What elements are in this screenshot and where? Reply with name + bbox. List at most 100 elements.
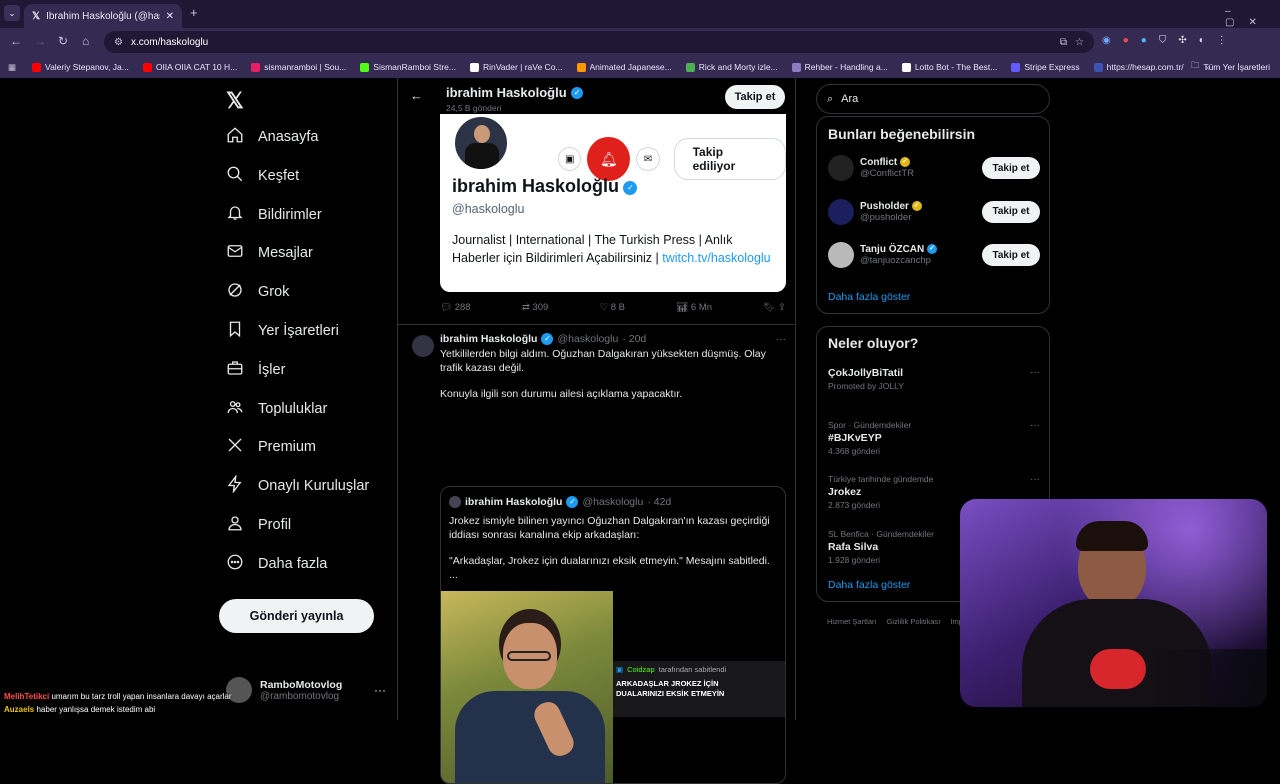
bookmark-item[interactable]: Stripe Express: [1011, 62, 1080, 72]
back-arrow-icon[interactable]: ←: [410, 88, 423, 103]
post-author[interactable]: ibrahim Haskoloğlu: [440, 333, 537, 345]
forward-icon[interactable]: →: [34, 34, 46, 48]
bookmark-item[interactable]: Rehber - Handling a...: [791, 62, 888, 72]
menu-dots-icon[interactable]: ⋮: [1217, 35, 1227, 46]
trend-menu-icon[interactable]: ···: [1030, 367, 1040, 378]
bookmark-item[interactable]: https://hesap.com.tr/: [1093, 62, 1184, 72]
follow-button[interactable]: Takip et: [982, 157, 1040, 179]
account-switcher[interactable]: RamboMotovlog @rambomotovlog ···: [226, 674, 386, 706]
tab-search-button[interactable]: ⌄: [4, 5, 20, 21]
back-icon[interactable]: ←: [10, 34, 22, 48]
post[interactable]: ibrahim Haskoloğlu ✓ @haskologlu · 20d ·…: [398, 325, 795, 784]
notification-bell-icon[interactable]: 🔔︎: [587, 137, 631, 181]
sidebar-item-anasayfa[interactable]: Anasayfa: [226, 126, 318, 148]
briefcase-icon: [226, 359, 244, 381]
home-icon[interactable]: ⌂: [82, 34, 89, 48]
trend-name: #BJKvEYP: [828, 431, 882, 444]
media-icon[interactable]: ▣: [558, 147, 582, 171]
suggestion-name: Pusholder: [860, 200, 909, 212]
extension-icon[interactable]: ●: [1141, 35, 1147, 46]
sidebar-item-premium[interactable]: Premium: [226, 436, 316, 458]
trend-menu-icon[interactable]: ···: [1030, 420, 1040, 431]
sidebar-item-label: Anasayfa: [258, 129, 319, 145]
profile-screenshot-card[interactable]: ▣ 🔔︎ ✉ Takip ediliyor ibrahim Haskoloğlu…: [440, 114, 786, 292]
shield-icon[interactable]: ⛉: [1159, 35, 1167, 46]
sidebar-item-daha-fazla[interactable]: Daha fazla: [226, 553, 327, 575]
sidebar-item-label: Bildirimler: [258, 206, 322, 223]
verified-badge-icon: ✓: [541, 333, 554, 345]
new-tab-button[interactable]: +: [190, 5, 198, 20]
suggestion-handle: @tanjuozcanchp: [860, 255, 931, 266]
footer-link[interactable]: Gizlilik Politikası: [887, 617, 941, 626]
reload-icon[interactable]: ↻: [58, 34, 68, 48]
bookmark-item[interactable]: SismanRamboi Stre...: [360, 62, 456, 72]
install-icon[interactable]: ⧉: [1060, 37, 1067, 48]
sidebar-item-i-ler[interactable]: İşler: [226, 359, 285, 381]
trend-item[interactable]: ÇokJollyBiTatil Promoted by JOLLY ···: [828, 365, 1040, 391]
suggestion-row[interactable]: Pusholder ✓ @pusholder Takip et: [828, 197, 1040, 227]
bookmark-and-share[interactable]: 🔖︎ ⇧: [763, 302, 786, 313]
trend-meta: 4.368 gönderi: [828, 445, 880, 456]
suggestion-row[interactable]: Tanju ÖZCAN ✓ @tanjuozcanchp Takip et: [828, 240, 1040, 270]
more-dots-icon[interactable]: ···: [374, 683, 386, 697]
search-box[interactable]: ⌕ Ara: [816, 84, 1050, 114]
follow-button[interactable]: Takip et: [725, 85, 785, 109]
tab-close-icon[interactable]: ✕: [166, 11, 174, 22]
search-icon: [226, 165, 244, 187]
trend-menu-icon[interactable]: ···: [1030, 474, 1040, 485]
following-button[interactable]: Takip ediliyor: [673, 138, 786, 180]
sidebar-item-profil[interactable]: Profil: [226, 514, 291, 536]
browser-tab[interactable]: 𝕏 İbrahim Haskoloğlu (@haskolo ✕: [24, 4, 182, 28]
suggestion-row[interactable]: Conflict ✓ @ConflictTR Takip et: [828, 153, 1040, 183]
address-bar[interactable]: ⚙ x.com/haskologlu ⧉ ☆: [104, 31, 1094, 53]
bookmark-item[interactable]: Animated Japanese...: [576, 62, 672, 72]
bookmark-item[interactable]: RinVader | raVe Co...: [469, 62, 563, 72]
site-info-icon[interactable]: ⚙: [114, 37, 123, 48]
sidebar-item-yer-i-aretleri[interactable]: Yer İşaretleri: [226, 320, 339, 342]
x-logo-icon[interactable]: 𝕏: [226, 88, 244, 114]
sidebar-item-topluluklar[interactable]: Topluluklar: [226, 398, 327, 420]
sidebar-item-grok[interactable]: Grok: [226, 281, 289, 303]
avatar[interactable]: ◐: [1199, 35, 1205, 46]
post-text: Yetkililerden bilgi aldım. Oğuzhan Dalga…: [440, 348, 766, 374]
all-bookmarks-item[interactable]: 🗀 Tüm Yer İşaretleri: [1191, 60, 1270, 74]
trend-item[interactable]: Spor · Gündemdekiler #BJKvEYP 4.368 gönder…: [828, 420, 1040, 456]
suggestion-name: Tanju ÖZCAN: [860, 244, 925, 255]
message-icon[interactable]: ✉: [636, 147, 660, 171]
post-menu-icon[interactable]: ···: [776, 333, 787, 345]
sidebar-item-bildirimler[interactable]: Bildirimler: [226, 204, 322, 226]
bookmark-label: sismanramboi | Sou...: [264, 62, 347, 72]
apps-grid-icon[interactable]: ▦: [8, 62, 16, 73]
show-more-link[interactable]: Daha fazla göster: [828, 291, 910, 303]
sidebar-item-onayl-kurulu-lar[interactable]: Onaylı Kuruluşlar: [226, 474, 369, 497]
reply-button[interactable]: 💬︎ 288: [440, 302, 471, 313]
quote-photo[interactable]: [441, 591, 613, 783]
views-button[interactable]: 📊︎ 6 Mn: [676, 302, 712, 313]
repost-button[interactable]: ⇄ 309: [522, 302, 548, 313]
sidebar-item-mesajlar[interactable]: Mesajlar: [226, 242, 313, 264]
bookmark-item[interactable]: OIIA OIIA CAT 10 H...: [142, 62, 237, 72]
bookmark-item[interactable]: Lotto Bot - The Best...: [901, 62, 997, 72]
like-button[interactable]: ♡ 8 B: [600, 302, 625, 313]
bookmark-item[interactable]: Valeriy Stepanov, Ja...: [32, 62, 129, 72]
sidebar-item-ke-fet[interactable]: Keşfet: [226, 165, 299, 187]
follow-button[interactable]: Takip et: [982, 244, 1040, 266]
bookmark-favicon-icon: [685, 62, 695, 72]
footer-link[interactable]: Hizmet Şartları: [827, 617, 877, 626]
extensions-area: ◉ ● ● ⛉ ✣ ◐ ⋮: [1102, 35, 1227, 46]
window-controls[interactable]: –▢✕: [1225, 6, 1280, 28]
follow-button[interactable]: Takip et: [982, 200, 1040, 223]
quote-author: ibrahim Haskoloğlu: [465, 496, 563, 508]
star-icon[interactable]: ☆: [1075, 37, 1084, 48]
extension-icon[interactable]: ◉: [1102, 35, 1111, 46]
bookmark-label: Valeriy Stepanov, Ja...: [45, 62, 129, 72]
bio-link[interactable]: twitch.tv/haskologlu: [662, 251, 770, 265]
quoted-post[interactable]: ibrahim Haskoloğlu ✓ @haskologlu · 42d J…: [440, 486, 786, 784]
extension-icon[interactable]: ●: [1123, 35, 1129, 46]
puzzle-icon[interactable]: ✣: [1178, 35, 1186, 46]
bookmark-favicon-icon: [32, 62, 42, 72]
show-more-link[interactable]: Daha fazla göster: [828, 579, 910, 591]
bookmark-item[interactable]: sismanramboi | Sou...: [251, 62, 346, 72]
post-button[interactable]: Gönderi yayınla: [219, 599, 374, 633]
bookmark-item[interactable]: Rick and Morty izle...: [685, 62, 778, 72]
